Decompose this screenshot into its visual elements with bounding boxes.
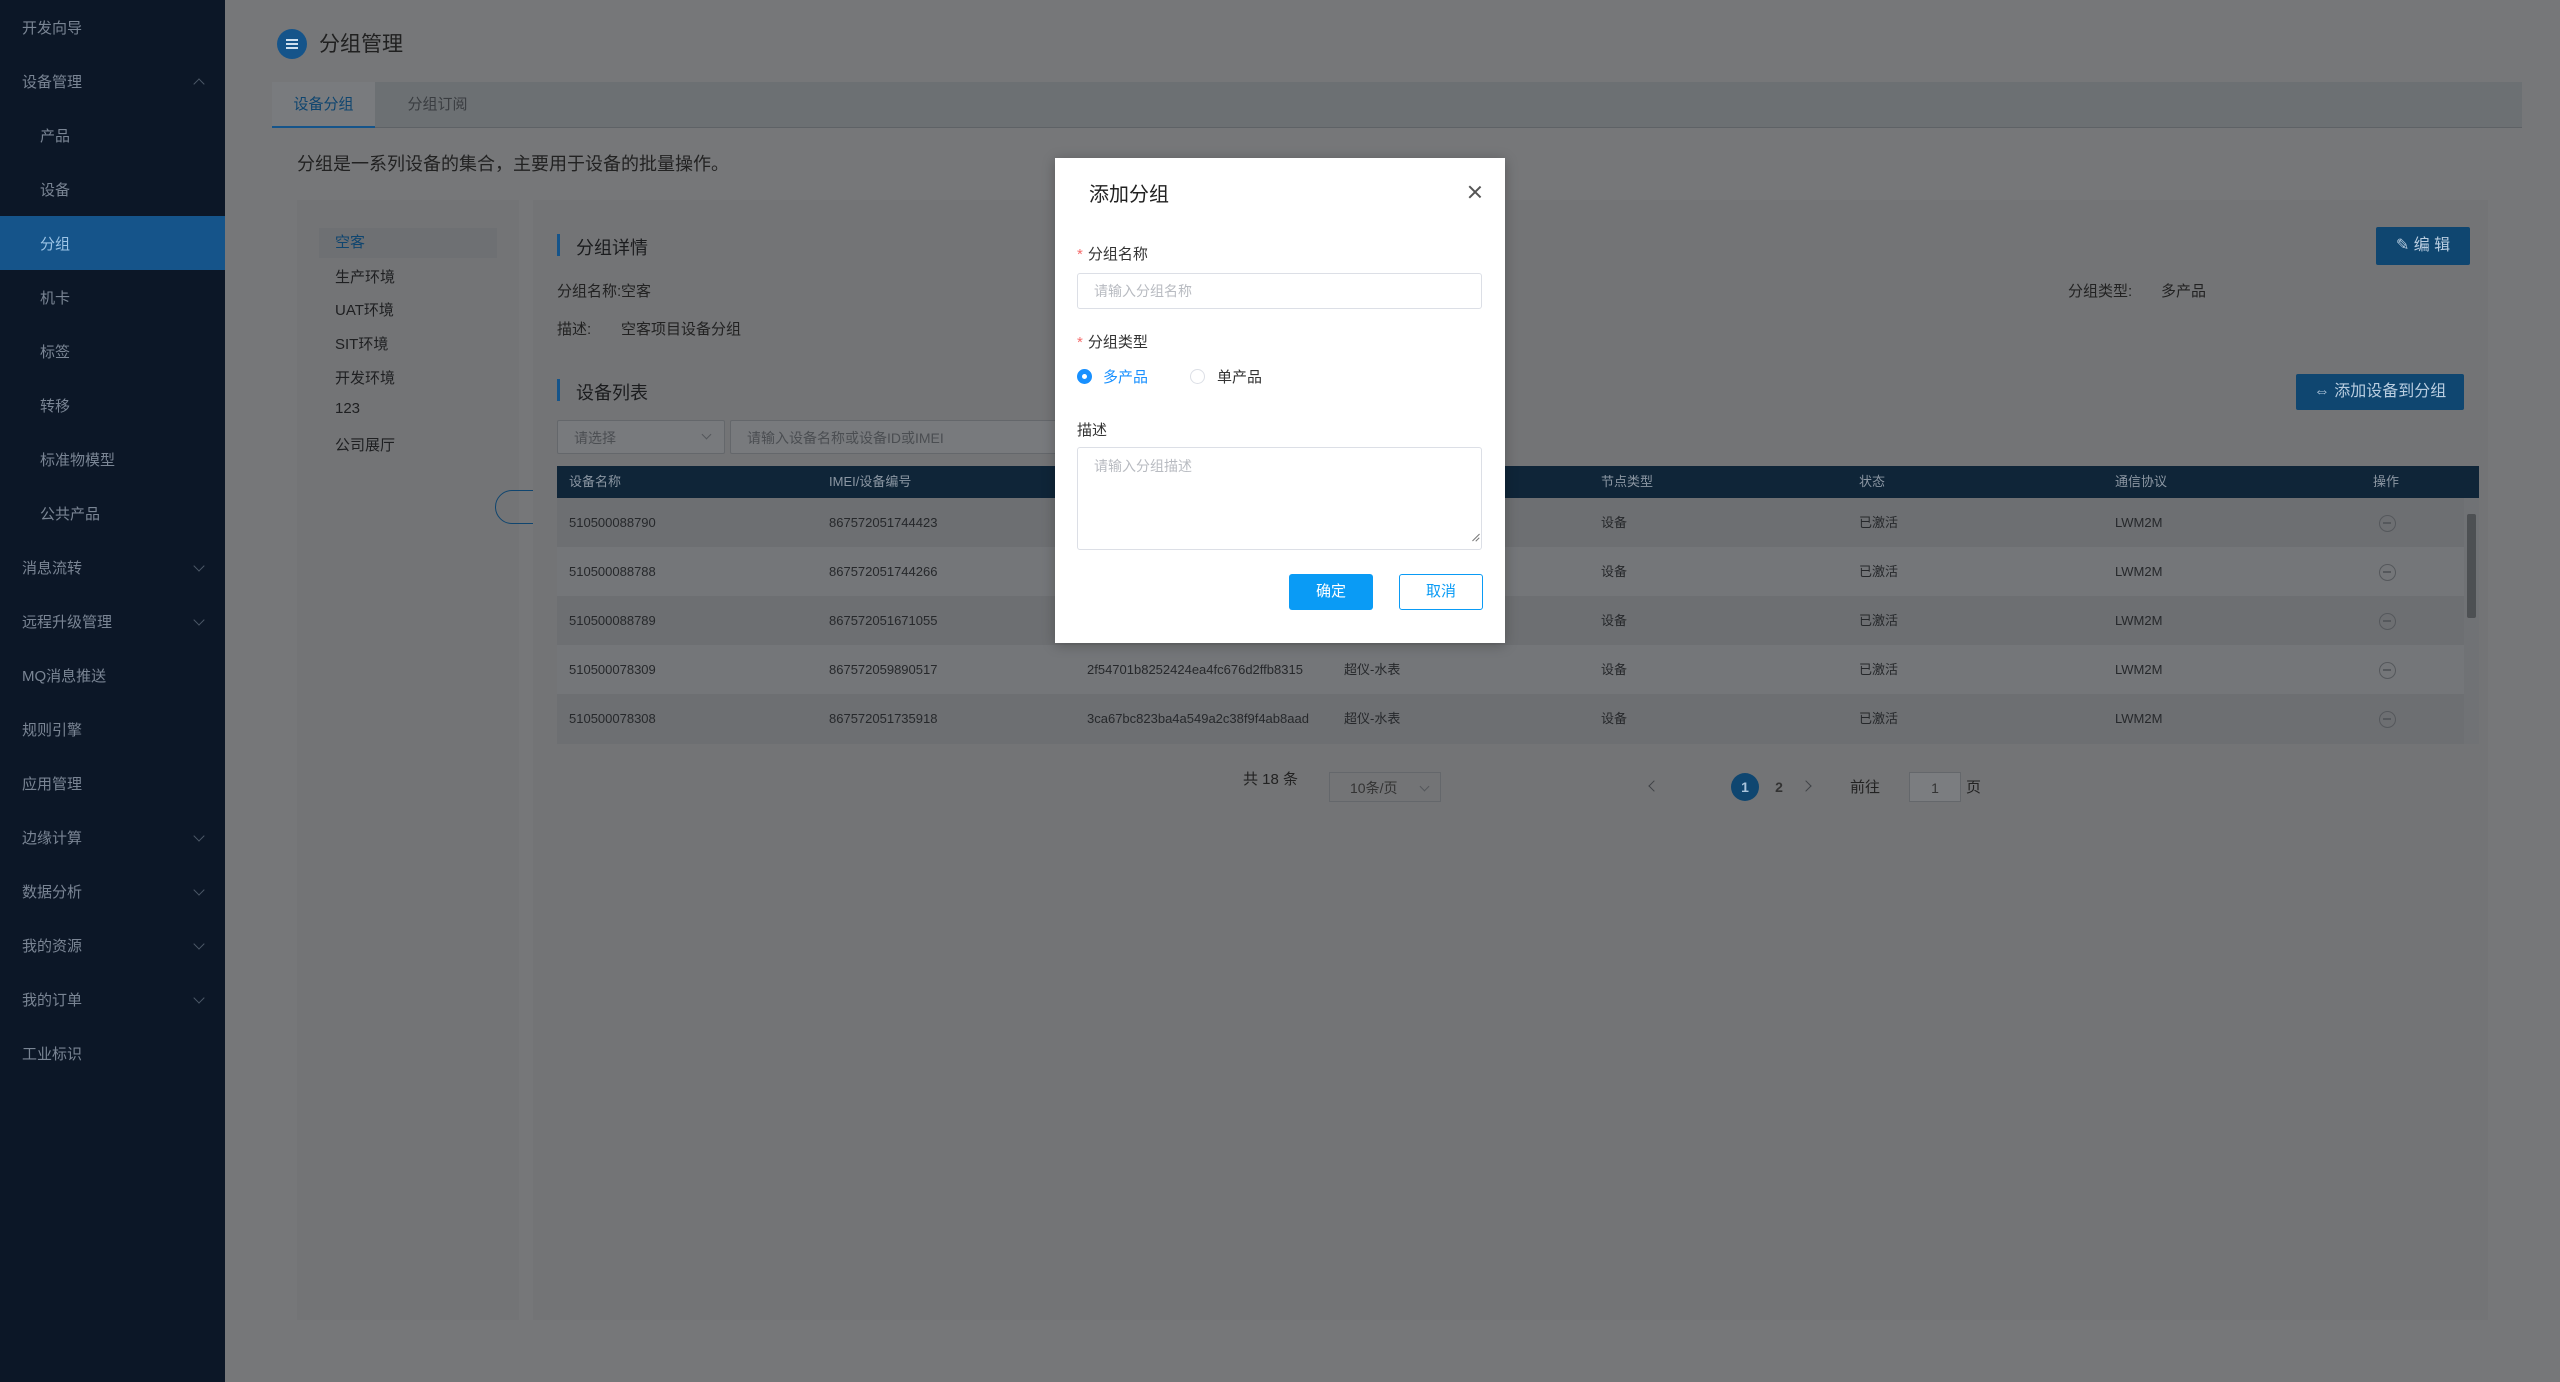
close-icon[interactable] [1467,184,1483,200]
required-mark: * [1077,246,1083,263]
add-group-dialog: 添加分组 * 分组名称 请输入分组名称 * 分组类型 多产品 单产品 描述 请输入分… [1055,158,1505,643]
name-field-label: * 分组名称 [1077,243,1148,264]
group-description-textarea[interactable]: 请输入分组描述 [1077,447,1482,550]
dialog-title: 添加分组 [1089,184,1169,206]
required-mark: * [1077,334,1083,351]
type-field-label: * 分组类型 [1077,331,1148,352]
type-label-text: 分组类型 [1087,334,1148,351]
resize-handle-icon[interactable] [1470,532,1480,542]
cancel-button[interactable]: 取消 [1399,574,1483,610]
radio-single-product-label[interactable]: 单产品 [1217,366,1262,387]
radio-multi-product[interactable] [1077,369,1092,384]
radio-single-product[interactable] [1190,369,1205,384]
name-label-text: 分组名称 [1087,246,1148,263]
confirm-button[interactable]: 确定 [1289,574,1373,610]
group-name-input[interactable]: 请输入分组名称 [1077,273,1482,309]
radio-multi-product-label[interactable]: 多产品 [1103,366,1148,387]
desc-field-label: 描述 [1077,422,1108,439]
